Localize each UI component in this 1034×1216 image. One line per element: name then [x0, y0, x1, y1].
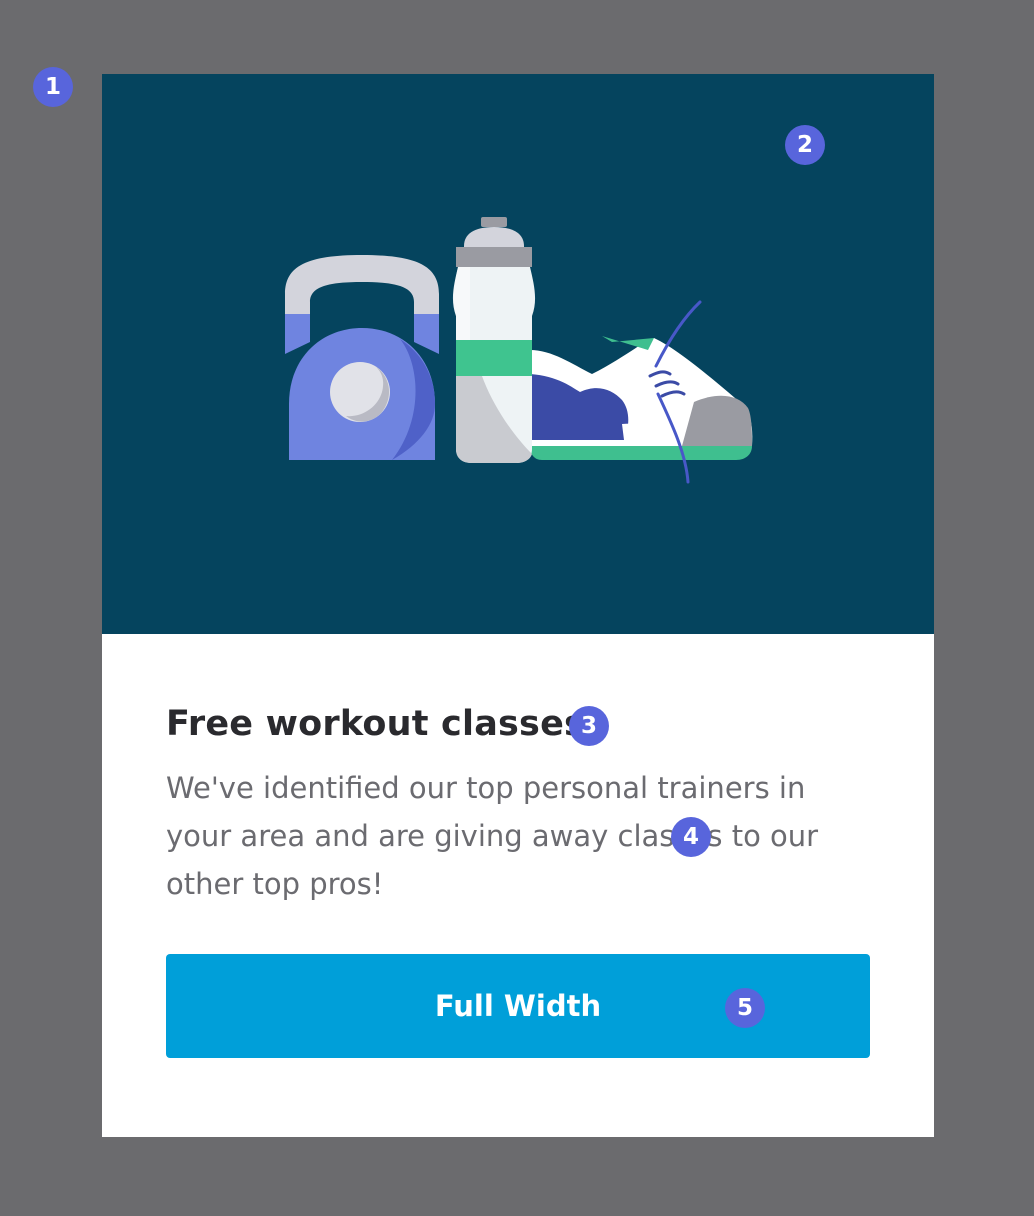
- annotation-marker-3: 3: [569, 706, 609, 746]
- card-description: We've identified our top personal traine…: [166, 771, 819, 901]
- annotation-marker-4: 4: [671, 817, 711, 857]
- annotation-marker-1: 1: [33, 67, 73, 107]
- card-title: Free workout classes: [166, 704, 586, 744]
- water-bottle-icon: [452, 217, 536, 463]
- kettlebell-icon: [285, 255, 439, 460]
- promo-card: Free workout classes We've identified ou…: [102, 74, 934, 1137]
- annotation-marker-2: 2: [785, 125, 825, 165]
- annotation-marker-5: 5: [725, 988, 765, 1028]
- sneaker-icon: [530, 300, 753, 484]
